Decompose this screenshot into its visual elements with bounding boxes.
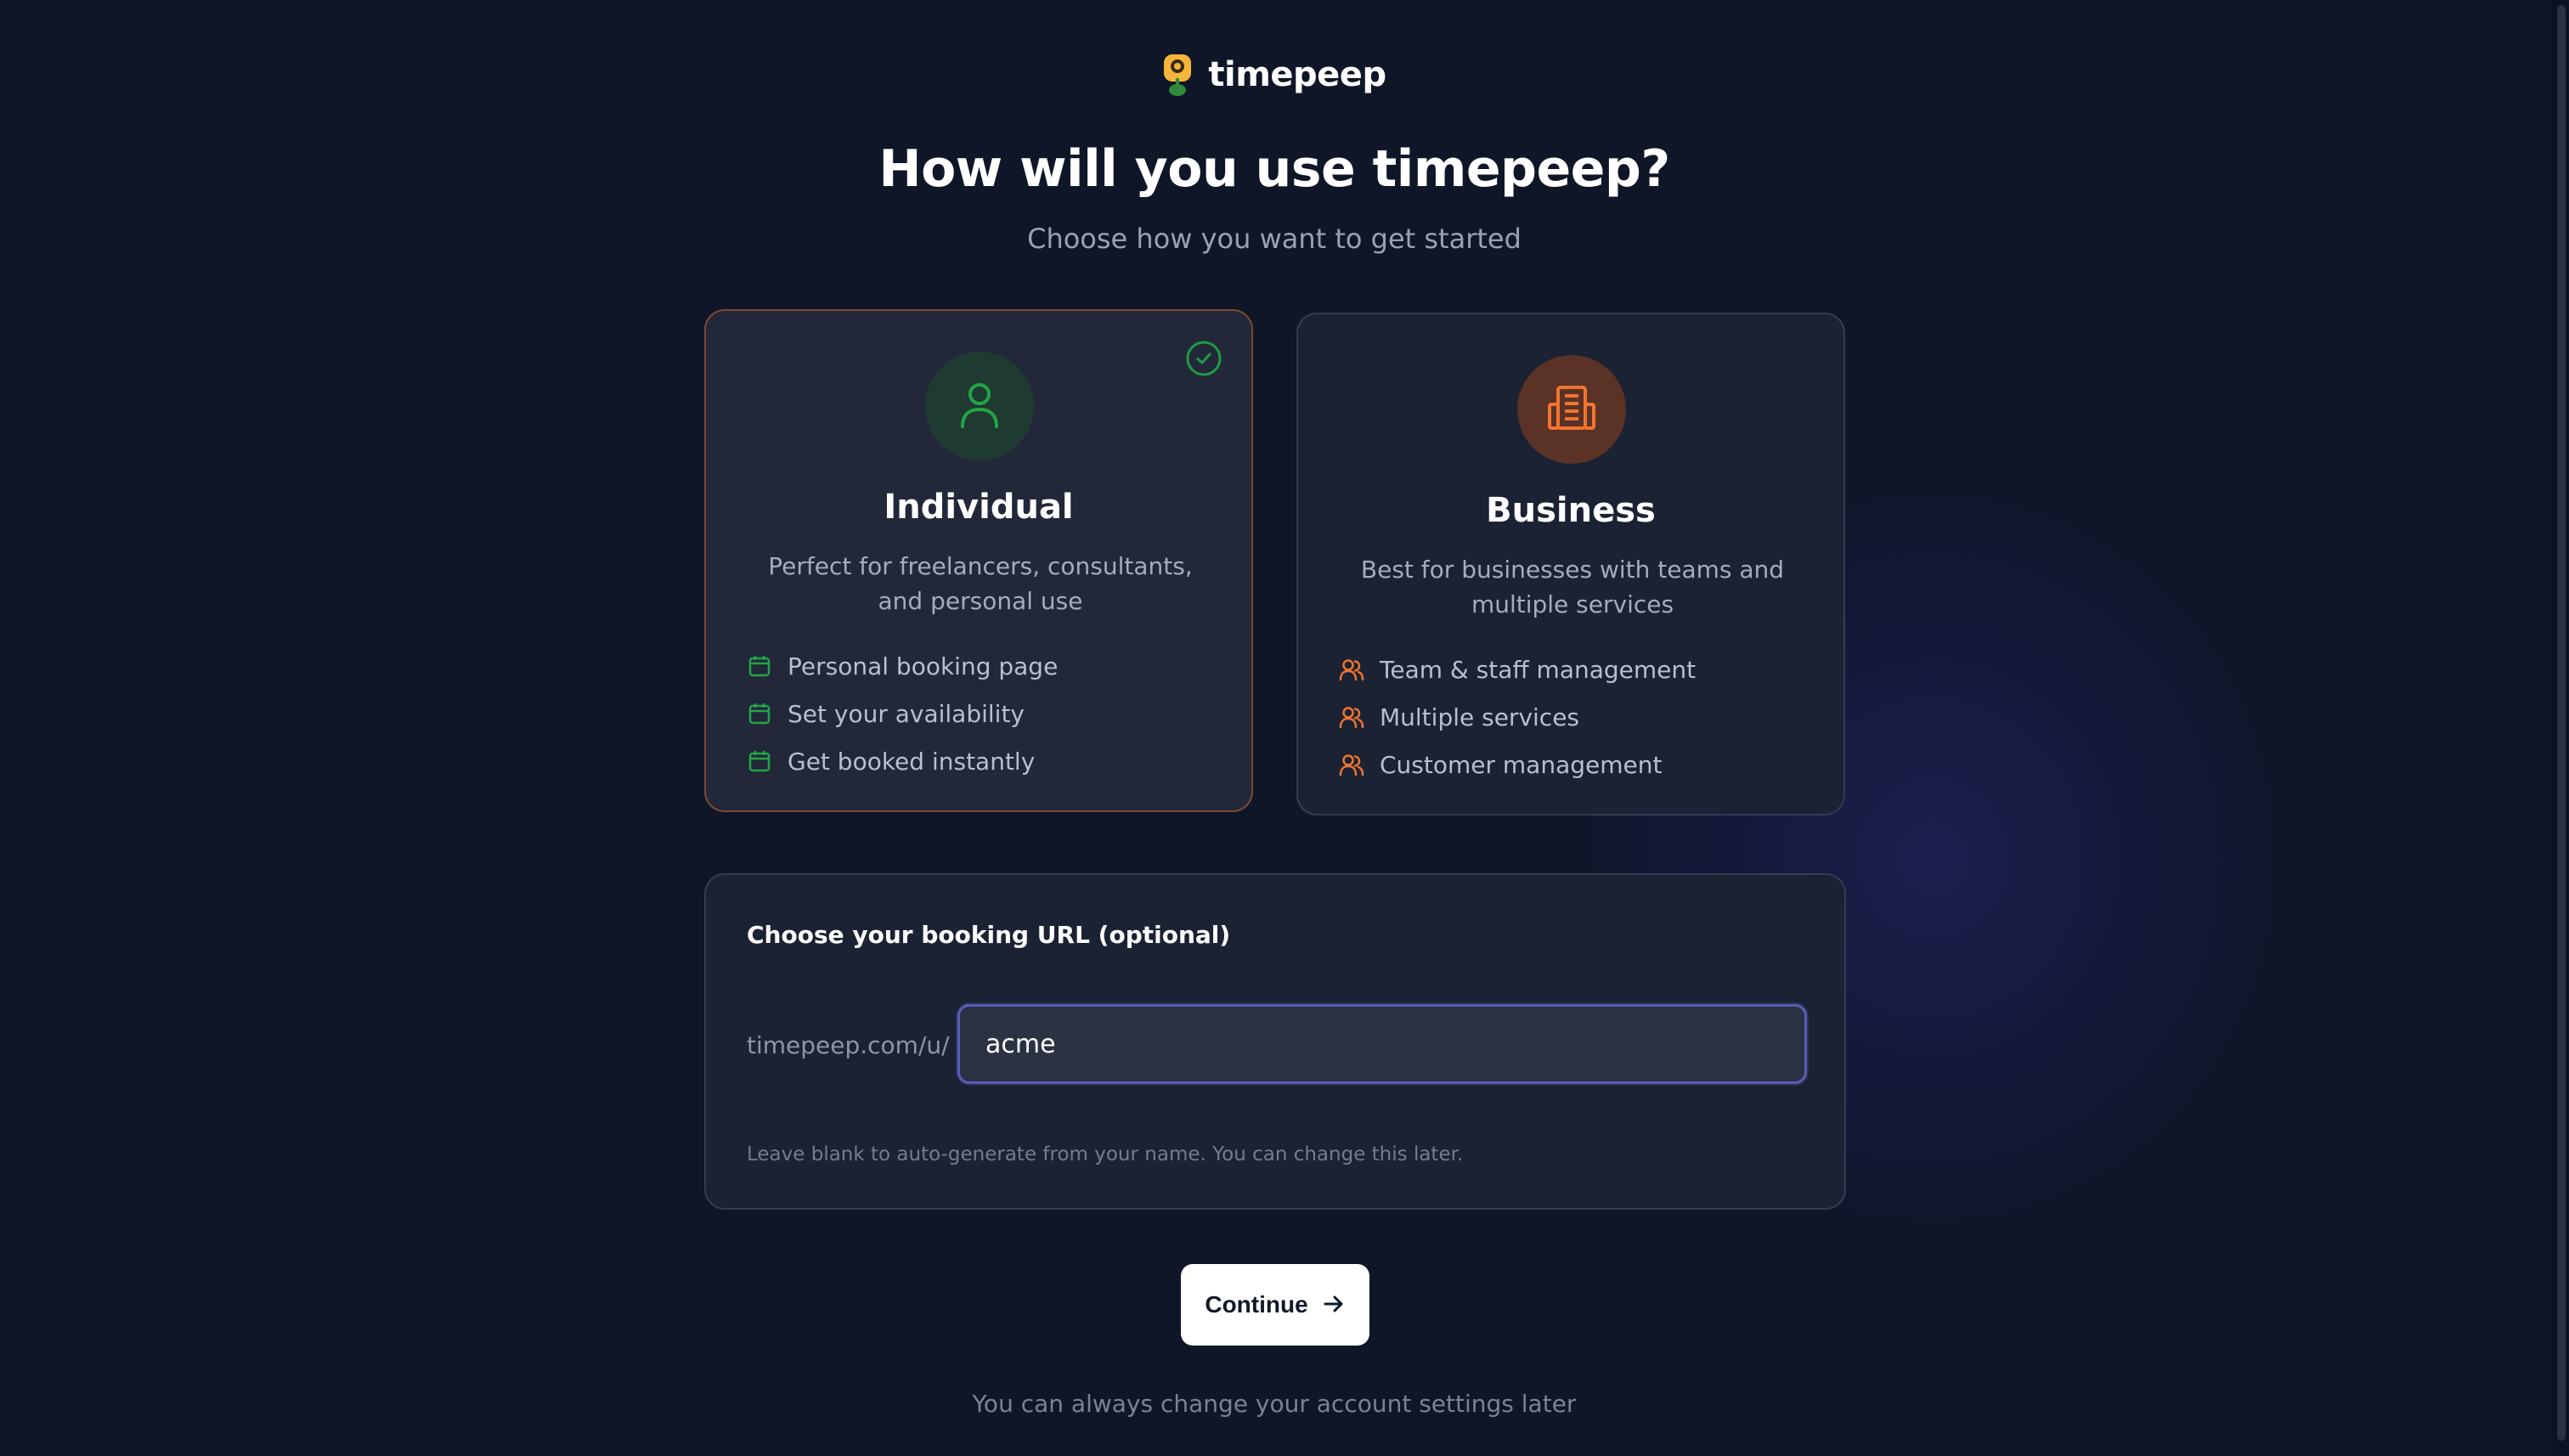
booking-url-input[interactable] [960,1007,1804,1081]
booking-url-label: Choose your booking URL (optional) [747,921,1231,949]
feature-label: Multiple services [1380,703,1580,731]
building-icon [1546,382,1597,437]
booking-url-field [957,1004,1807,1084]
feature-label: Team & staff management [1380,655,1697,684]
feature-list: Team & staff management Multiple service… [1339,646,1696,788]
business-icon-badge [1517,355,1626,464]
footnote: You can always change your account setti… [972,1390,1577,1418]
feature-label: Customer management [1380,750,1663,779]
booking-url-hint: Leave blank to auto-generate from your n… [747,1143,1464,1165]
option-card-business[interactable]: Business Best for businesses with teams … [1296,313,1845,815]
feature-item: Multiple services [1339,693,1696,741]
booking-url-card: Choose your booking URL (optional) timep… [704,873,1846,1210]
feature-label: Personal booking page [788,652,1059,680]
user-icon [957,379,1002,433]
feature-item: Get booked instantly [747,737,1058,785]
option-description: Best for businesses with teams and multi… [1360,556,1785,618]
continue-button-label: Continue [1205,1291,1308,1318]
feature-list: Personal booking page Set your availabil… [747,642,1058,785]
calendar-icon [747,701,772,726]
feature-label: Set your availability [788,699,1025,728]
option-description: Perfect for freelancers, consultants, an… [768,552,1193,615]
feature-item: Set your availability [747,690,1058,737]
page-title: How will you use timepeep? [878,139,1670,199]
individual-icon-badge [925,352,1034,460]
arrow-right-icon [1322,1292,1346,1318]
feature-item: Team & staff management [1339,646,1696,693]
feature-item: Personal booking page [747,642,1058,690]
calendar-icon [747,653,772,679]
continue-button[interactable]: Continue [1181,1264,1369,1346]
option-title: Individual [884,488,1074,527]
feature-label: Get booked instantly [788,747,1036,776]
users-icon [1339,657,1364,682]
booking-url-prefix: timepeep.com/u/ [747,1031,950,1059]
users-icon [1339,704,1364,730]
users-icon [1339,752,1364,777]
option-title: Business [1486,491,1656,530]
brand-name: timepeep [1208,55,1386,94]
page-subtitle: Choose how you want to get started [1027,223,1522,255]
scrollbar-thumb[interactable] [2557,5,2566,1441]
feature-item: Customer management [1339,741,1696,788]
sunflower-logo-icon [1162,53,1193,97]
calendar-icon [747,748,772,774]
option-card-individual[interactable]: Individual Perfect for freelancers, cons… [704,309,1253,812]
brand-logo: timepeep [0,53,2549,97]
scrollbar[interactable] [2552,0,2569,1456]
selected-check-icon [1185,340,1222,377]
